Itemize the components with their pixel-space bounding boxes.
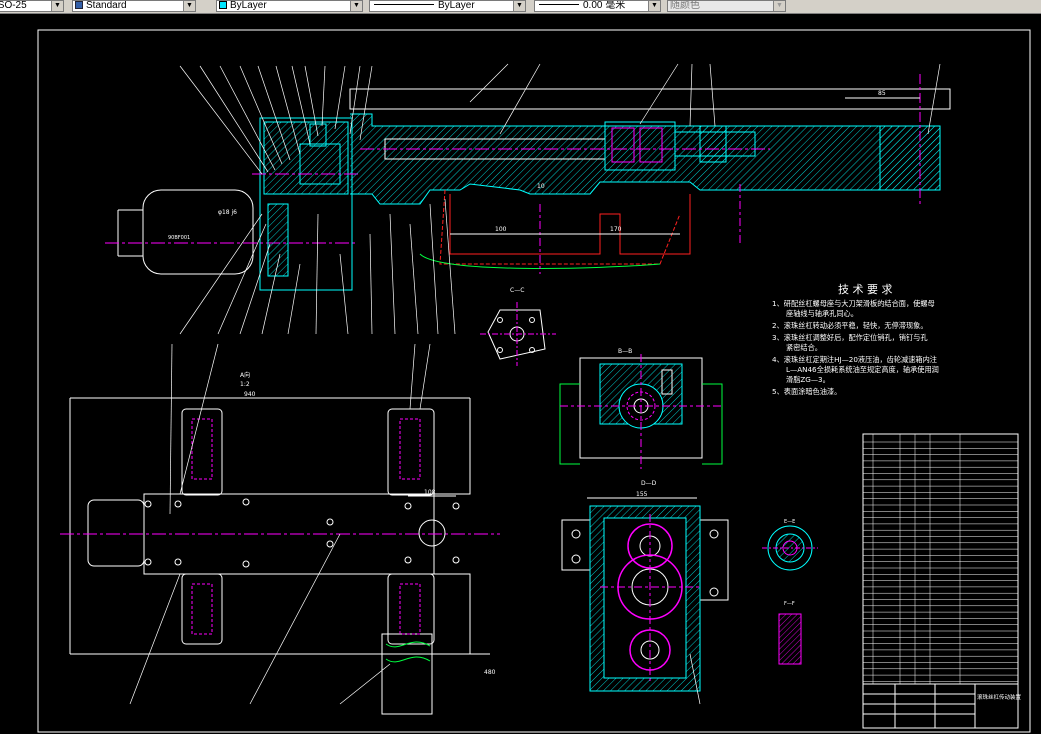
dim-108: 108 bbox=[424, 489, 436, 496]
tech-line-4: 3、滚珠丝杠调整好后，配作定位销孔，销钉与孔 bbox=[772, 333, 928, 342]
tech-line-1: 1、研配丝杠螺母座与大刀架滑板的结合面，使螺母 bbox=[772, 299, 935, 308]
chevron-down-icon: ▼ bbox=[773, 1, 785, 11]
motor-body bbox=[142, 189, 254, 275]
section-b-b: B—B bbox=[559, 348, 723, 469]
dim-155: 155 bbox=[636, 491, 648, 498]
plotstyle-value: 随颜色 bbox=[670, 0, 700, 11]
chevron-down-icon[interactable]: ▼ bbox=[350, 1, 362, 11]
textstyle-value: Standard bbox=[86, 0, 127, 11]
section-e-e: E—E bbox=[762, 519, 818, 571]
dim-phi18: φ18 j6 bbox=[218, 209, 237, 216]
section-c-c-label: C—C bbox=[510, 287, 524, 294]
tech-title: 技 术 要 求 bbox=[838, 283, 893, 296]
lineweight-dropdown[interactable]: 0.00 毫米 ▼ bbox=[534, 0, 661, 12]
dim-480: 480 bbox=[484, 669, 496, 676]
chevron-down-icon[interactable]: ▼ bbox=[51, 1, 63, 11]
dim-85: 85 bbox=[878, 90, 886, 97]
section-f-f: F—F bbox=[778, 601, 802, 665]
view-a-scale: 1:2 bbox=[240, 381, 250, 388]
linetype-dropdown[interactable]: ByLayer ▼ bbox=[369, 0, 526, 12]
chevron-down-icon[interactable]: ▼ bbox=[648, 1, 660, 11]
plotstyle-dropdown: 随颜色 ▼ bbox=[667, 0, 786, 12]
drawing-canvas[interactable]: φ18 j6 90BF001 100 170 10 85 C—C B—B D—D… bbox=[0, 14, 1041, 734]
textstyle-icon bbox=[75, 1, 83, 9]
color-value: ByLayer bbox=[230, 0, 267, 11]
textstyle-dropdown[interactable]: Standard ▼ bbox=[72, 0, 196, 12]
dimstyle-value: ISO-25 bbox=[0, 0, 27, 11]
section-d-d-label: D—D bbox=[641, 480, 657, 487]
dimstyle-dropdown[interactable]: ISO-25 ▼ bbox=[0, 0, 64, 12]
motor-label: 90BF001 bbox=[168, 235, 190, 241]
tech-line-2: 座轴线与轴承孔同心。 bbox=[786, 309, 858, 318]
tech-line-3: 2、滚珠丝杠转动必须平稳，轻快，无停滞现象。 bbox=[772, 321, 928, 330]
lineweight-value: 0.00 毫米 bbox=[583, 0, 626, 11]
section-d-d: D—D 155 bbox=[561, 480, 729, 692]
dim-170: 170 bbox=[610, 226, 622, 233]
section-f-f-label: F—F bbox=[784, 601, 795, 607]
title-block bbox=[862, 683, 1019, 729]
tech-line-6: 4、滚珠丝杠定期注HJ—20液压油，齿轮减速箱内注 bbox=[772, 355, 937, 364]
section-e-e-label: E—E bbox=[784, 519, 795, 525]
color-swatch-icon bbox=[219, 1, 227, 9]
parts-list-rows bbox=[863, 434, 1018, 684]
dim-940: 940 bbox=[244, 391, 256, 398]
linetype-value: ByLayer bbox=[438, 0, 475, 11]
chevron-down-icon[interactable]: ▼ bbox=[183, 1, 195, 11]
technical-requirements: 技 术 要 求 1、研配丝杠螺母座与大刀架滑板的结合面，使螺母 座轴线与轴承孔同… bbox=[772, 283, 939, 396]
tech-line-8: 滑脂ZG—3。 bbox=[786, 375, 830, 384]
dim-100: 100 bbox=[495, 226, 507, 233]
section-b-b-label: B—B bbox=[618, 348, 632, 355]
lineweight-preview-icon bbox=[539, 4, 579, 5]
tech-line-9: 5、表面涂暗色油漆。 bbox=[772, 387, 841, 396]
chevron-down-icon[interactable]: ▼ bbox=[513, 1, 525, 11]
main-assembly-view: φ18 j6 90BF001 100 170 10 85 bbox=[105, 63, 951, 335]
view-a-label: A向 bbox=[240, 371, 250, 379]
parts-list-table: 滚珠丝杠传动装置 bbox=[862, 433, 1022, 729]
title-block-name: 滚珠丝杠传动装置 bbox=[977, 693, 1022, 701]
section-c-c: C—C bbox=[480, 287, 556, 366]
tech-line-5: 紧密结合。 bbox=[786, 343, 822, 352]
properties-toolbar: ISO-25 ▼ Standard ▼ ByLayer ▼ ByLayer ▼ … bbox=[0, 0, 1041, 14]
dim-10: 10 bbox=[537, 183, 545, 190]
linetype-preview-icon bbox=[374, 4, 434, 5]
color-dropdown[interactable]: ByLayer ▼ bbox=[216, 0, 363, 12]
tech-line-7: L—AN46全损耗系统油至规定高度，轴承使用润 bbox=[786, 365, 939, 374]
